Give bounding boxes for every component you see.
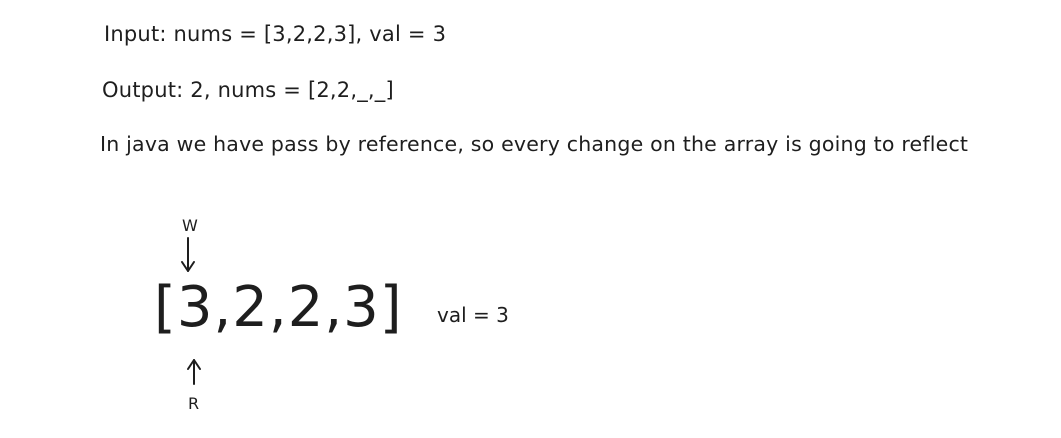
write-pointer-label: W: [182, 216, 198, 235]
val-label: val = 3: [437, 303, 509, 327]
input-line: Input: nums = [3,2,2,3], val = 3: [104, 22, 447, 46]
array-display: [3,2,2,3]: [154, 275, 403, 340]
down-arrow-icon: [181, 237, 195, 272]
output-line: Output: 2, nums = [2,2,_,_]: [102, 78, 394, 102]
note-line: In java we have pass by reference, so ev…: [100, 132, 969, 156]
read-pointer-label: R: [188, 394, 200, 413]
up-arrow-icon: [187, 359, 201, 385]
